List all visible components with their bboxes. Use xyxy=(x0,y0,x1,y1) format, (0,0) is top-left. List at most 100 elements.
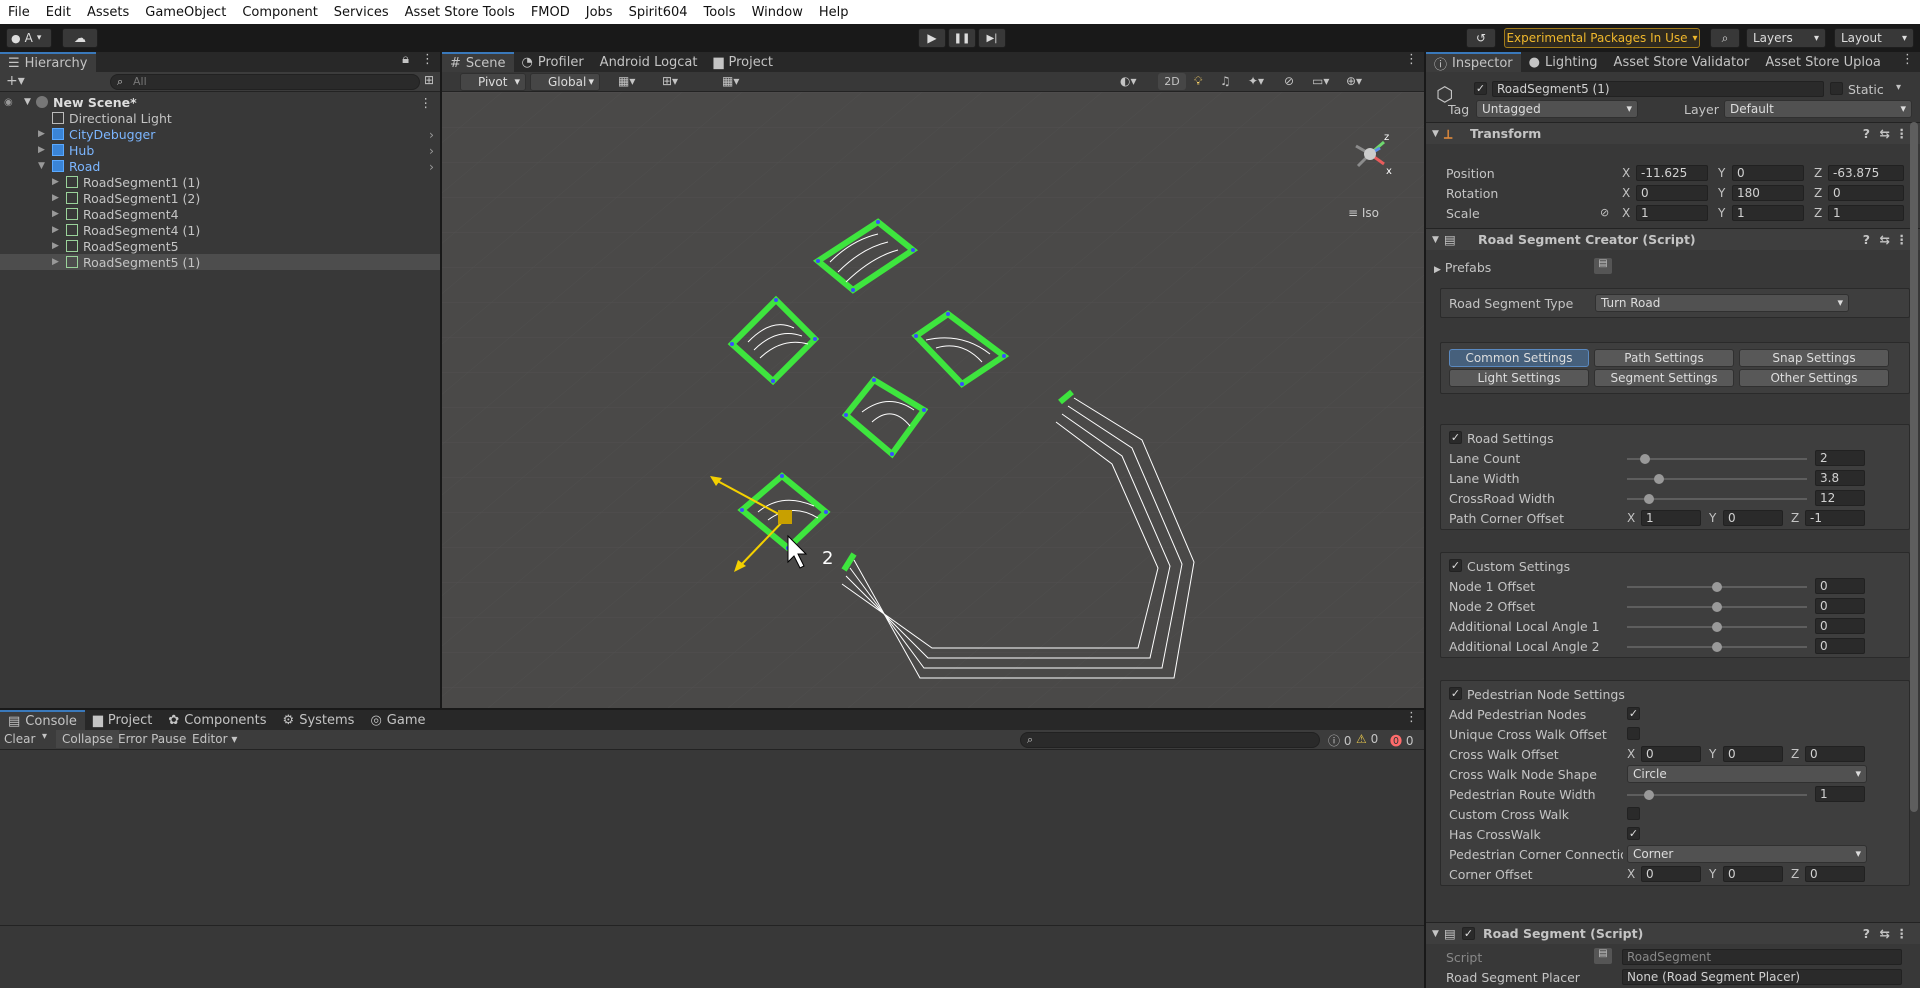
segment-settings-button[interactable]: Segment Settings xyxy=(1594,369,1734,387)
custom-settings-checkbox[interactable]: ✓ xyxy=(1449,559,1462,572)
road-segment-placer-field[interactable]: None (Road Segment Placer) xyxy=(1622,969,1902,985)
experimental-packages-button[interactable]: Experimental Packages In Use ▾ xyxy=(1504,28,1700,48)
expand-arrow-icon[interactable]: ▶ xyxy=(52,193,66,203)
error-count[interactable]: ⓿ 0 xyxy=(1390,732,1413,749)
pivot-dropdown[interactable]: Pivot xyxy=(460,73,526,91)
crossroad-width-slider[interactable] xyxy=(1627,494,1807,504)
component-menu-icon[interactable]: ⋮ xyxy=(1896,232,1909,247)
chevron-right-icon[interactable]: › xyxy=(429,127,434,142)
corner-offset-x-field[interactable]: 0 xyxy=(1641,866,1701,882)
more-icon[interactable]: ⋮ xyxy=(1399,52,1424,72)
lock-icon[interactable]: 🔒︎ xyxy=(396,52,415,72)
history-button[interactable]: ↺ xyxy=(1466,28,1496,48)
crossroad-width-field[interactable]: 12 xyxy=(1815,490,1865,506)
menu-asset-store-tools[interactable]: Asset Store Tools xyxy=(397,5,523,20)
tab-asset-store-validator[interactable]: Asset Store Validator xyxy=(1606,52,1758,72)
layers-dropdown[interactable]: Layers ▾ xyxy=(1746,28,1826,48)
creator-header[interactable]: ▼ ▤ Road Segment Creator (Script) ? ⇆ ⋮ xyxy=(1426,228,1920,250)
inspector-scrollbar[interactable] xyxy=(1910,122,1918,812)
path-corner-x-field[interactable]: 1 xyxy=(1641,510,1701,526)
tab-inspector[interactable]: ⓘ Inspector xyxy=(1426,52,1521,73)
menu-jobs[interactable]: Jobs xyxy=(578,5,621,20)
cross-walk-offset-y-field[interactable]: 0 xyxy=(1723,746,1783,762)
road-segment-enabled-checkbox[interactable]: ✓ xyxy=(1462,927,1475,940)
tab-components[interactable]: ✿ Components xyxy=(160,710,274,730)
hierarchy-item[interactable]: ▶ RoadSegment4 (1) xyxy=(0,222,440,238)
link-scale-icon[interactable]: ⊘ xyxy=(1600,206,1609,219)
static-dropdown-icon[interactable]: ▾ xyxy=(1896,82,1901,93)
node2-offset-field[interactable]: 0 xyxy=(1815,598,1865,614)
cross-walk-offset-z-field[interactable]: 0 xyxy=(1805,746,1865,762)
console-log-list[interactable] xyxy=(0,750,1424,926)
prefab-picker-icon[interactable]: ▤ xyxy=(1594,258,1612,274)
clear-button[interactable]: Clear xyxy=(4,732,35,746)
scene-row[interactable]: ◉ ▼ New Scene* ⋮ xyxy=(0,94,440,110)
node2-offset-slider[interactable] xyxy=(1627,602,1807,612)
help-icon[interactable]: ? xyxy=(1863,126,1870,141)
active-checkbox[interactable]: ✓ xyxy=(1474,82,1487,95)
draw-mode-icon[interactable]: ◐▾ xyxy=(1120,74,1137,88)
prefabs-foldout[interactable]: ▶ Prefabs xyxy=(1434,260,1491,275)
scale-y-field[interactable]: 1 xyxy=(1732,205,1804,221)
tab-console[interactable]: ▤ Console xyxy=(0,710,85,730)
camera-settings-icon[interactable]: ▭▾ xyxy=(1312,74,1329,88)
menu-file[interactable]: File xyxy=(0,5,38,20)
menu-services[interactable]: Services xyxy=(326,5,397,20)
static-checkbox[interactable] xyxy=(1830,82,1843,95)
scene-viewport[interactable]: 2 z x xyxy=(442,92,1424,708)
transform-header[interactable]: ▼ ⟂ Transform ? ⇆ ⋮ xyxy=(1426,122,1920,144)
node1-offset-field[interactable]: 0 xyxy=(1815,578,1865,594)
help-icon[interactable]: ? xyxy=(1863,926,1870,941)
slider-knob[interactable] xyxy=(1712,582,1722,592)
projection-label[interactable]: ≡ Iso xyxy=(1348,206,1379,220)
chevron-right-icon[interactable]: › xyxy=(429,143,434,158)
menu-tools[interactable]: Tools xyxy=(696,5,744,20)
help-icon[interactable]: ? xyxy=(1863,232,1870,247)
log-count[interactable]: ⓘ 0 xyxy=(1328,732,1351,749)
tag-dropdown[interactable]: Untagged xyxy=(1476,100,1638,118)
cloud-button[interactable]: ☁ xyxy=(62,28,98,48)
position-y-field[interactable]: 0 xyxy=(1732,165,1804,181)
road-segment-header[interactable]: ▼ ▤ ✓ Road Segment (Script) ? ⇆ ⋮ xyxy=(1426,922,1920,944)
rotation-z-field[interactable]: 0 xyxy=(1828,185,1904,201)
angle2-field[interactable]: 0 xyxy=(1815,638,1865,654)
hierarchy-item[interactable]: ▶ RoadSegment4 xyxy=(0,206,440,222)
cross-walk-node-shape-dropdown[interactable]: Circle xyxy=(1627,765,1867,783)
menu-spirit604[interactable]: Spirit604 xyxy=(621,5,696,20)
lane-count-slider[interactable] xyxy=(1627,454,1807,464)
object-name-field[interactable]: RoadSegment5 (1) xyxy=(1492,81,1824,97)
has-crosswalk-checkbox[interactable]: ✓ xyxy=(1627,827,1640,840)
snap-increment-icon[interactable]: ⊞▾ xyxy=(662,74,678,88)
tab-lighting[interactable]: ● Lighting xyxy=(1521,52,1606,72)
path-corner-z-field[interactable]: -1 xyxy=(1805,510,1865,526)
expand-arrow-icon[interactable]: ▶ xyxy=(52,209,66,219)
tab-scene[interactable]: # Scene xyxy=(442,52,514,72)
menu-gameobject[interactable]: GameObject xyxy=(137,5,234,20)
tab-hierarchy[interactable]: ☰ Hierarchy xyxy=(0,52,96,72)
script-picker-icon[interactable]: ▤ xyxy=(1594,948,1612,964)
chevron-right-icon[interactable]: › xyxy=(429,159,434,174)
menu-fmod[interactable]: FMOD xyxy=(523,5,578,20)
presets-icon[interactable]: ⇆ xyxy=(1880,232,1890,247)
angle1-field[interactable]: 0 xyxy=(1815,618,1865,634)
filter-icon[interactable]: ⊞ xyxy=(424,73,434,87)
expand-arrow-icon[interactable]: ▶ xyxy=(52,225,66,235)
slider-knob[interactable] xyxy=(1643,790,1654,800)
expand-arrow-icon[interactable]: ▶ xyxy=(52,257,66,267)
hidden-objects-icon[interactable]: ⊘ xyxy=(1284,74,1294,88)
hierarchy-item[interactable]: ▶ CityDebugger › xyxy=(0,126,440,142)
hierarchy-item[interactable]: Directional Light xyxy=(0,110,440,126)
slider-knob[interactable] xyxy=(1640,454,1650,464)
custom-cross-walk-checkbox[interactable] xyxy=(1627,807,1640,820)
presets-icon[interactable]: ⇆ xyxy=(1880,926,1890,941)
corner-offset-z-field[interactable]: 0 xyxy=(1805,866,1865,882)
cross-walk-offset-x-field[interactable]: 0 xyxy=(1641,746,1701,762)
account-button[interactable]: ● A ▾ xyxy=(6,28,52,48)
unique-cross-walk-offset-checkbox[interactable] xyxy=(1627,727,1640,740)
tab-profiler[interactable]: ◔ Profiler xyxy=(514,52,592,72)
effects-icon[interactable]: ✦▾ xyxy=(1248,74,1264,88)
position-z-field[interactable]: -63.875 xyxy=(1828,165,1904,181)
menu-assets[interactable]: Assets xyxy=(79,5,137,20)
menu-component[interactable]: Component xyxy=(234,5,325,20)
light-settings-button[interactable]: Light Settings xyxy=(1449,369,1589,387)
